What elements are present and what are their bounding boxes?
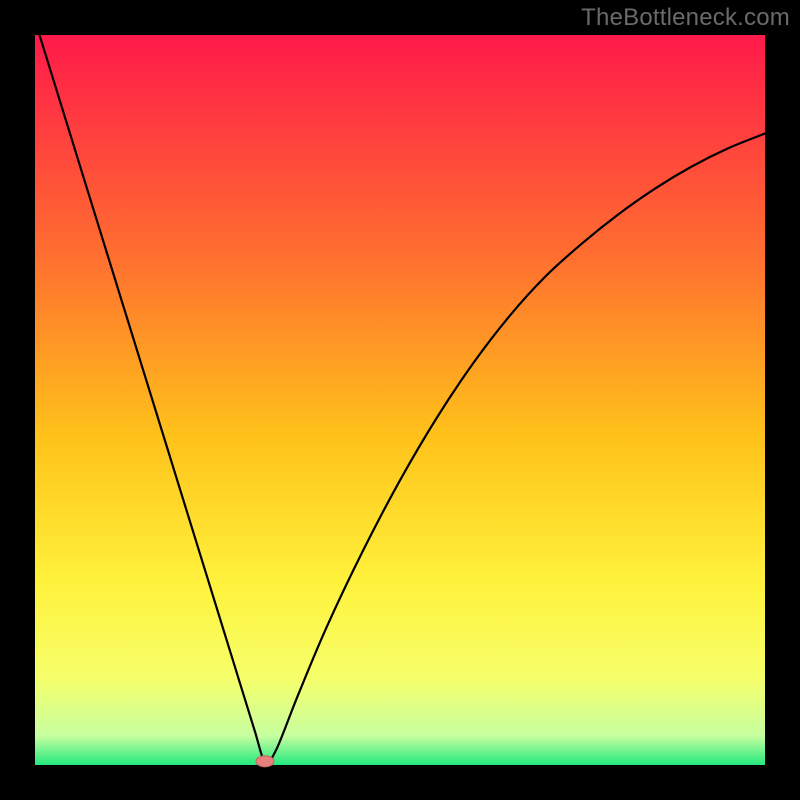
watermark-text: TheBottleneck.com <box>581 4 790 32</box>
plot-area <box>35 35 765 765</box>
chart-frame: TheBottleneck.com <box>0 0 800 800</box>
chart-svg <box>0 0 800 800</box>
min-marker <box>256 756 274 767</box>
